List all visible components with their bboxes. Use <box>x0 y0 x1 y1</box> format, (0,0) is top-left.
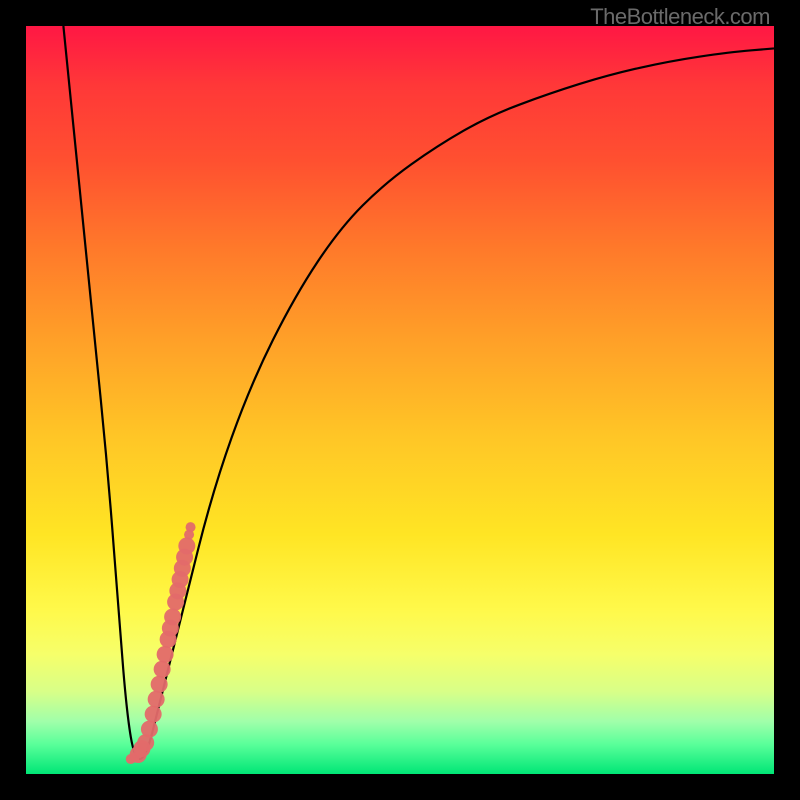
scatter-point <box>148 691 165 708</box>
plot-area <box>26 26 774 774</box>
scatter-point <box>186 522 196 532</box>
scatter-point <box>151 676 168 693</box>
scatter-layer <box>26 26 774 774</box>
watermark-text: TheBottleneck.com <box>590 4 770 30</box>
scatter-point <box>145 706 162 723</box>
chart-container: TheBottleneck.com <box>0 0 800 800</box>
scatter-point <box>157 646 174 663</box>
scatter-point <box>164 608 181 625</box>
scatter-point <box>141 721 158 738</box>
scatter-point <box>154 661 171 678</box>
scatter-point <box>178 537 195 554</box>
